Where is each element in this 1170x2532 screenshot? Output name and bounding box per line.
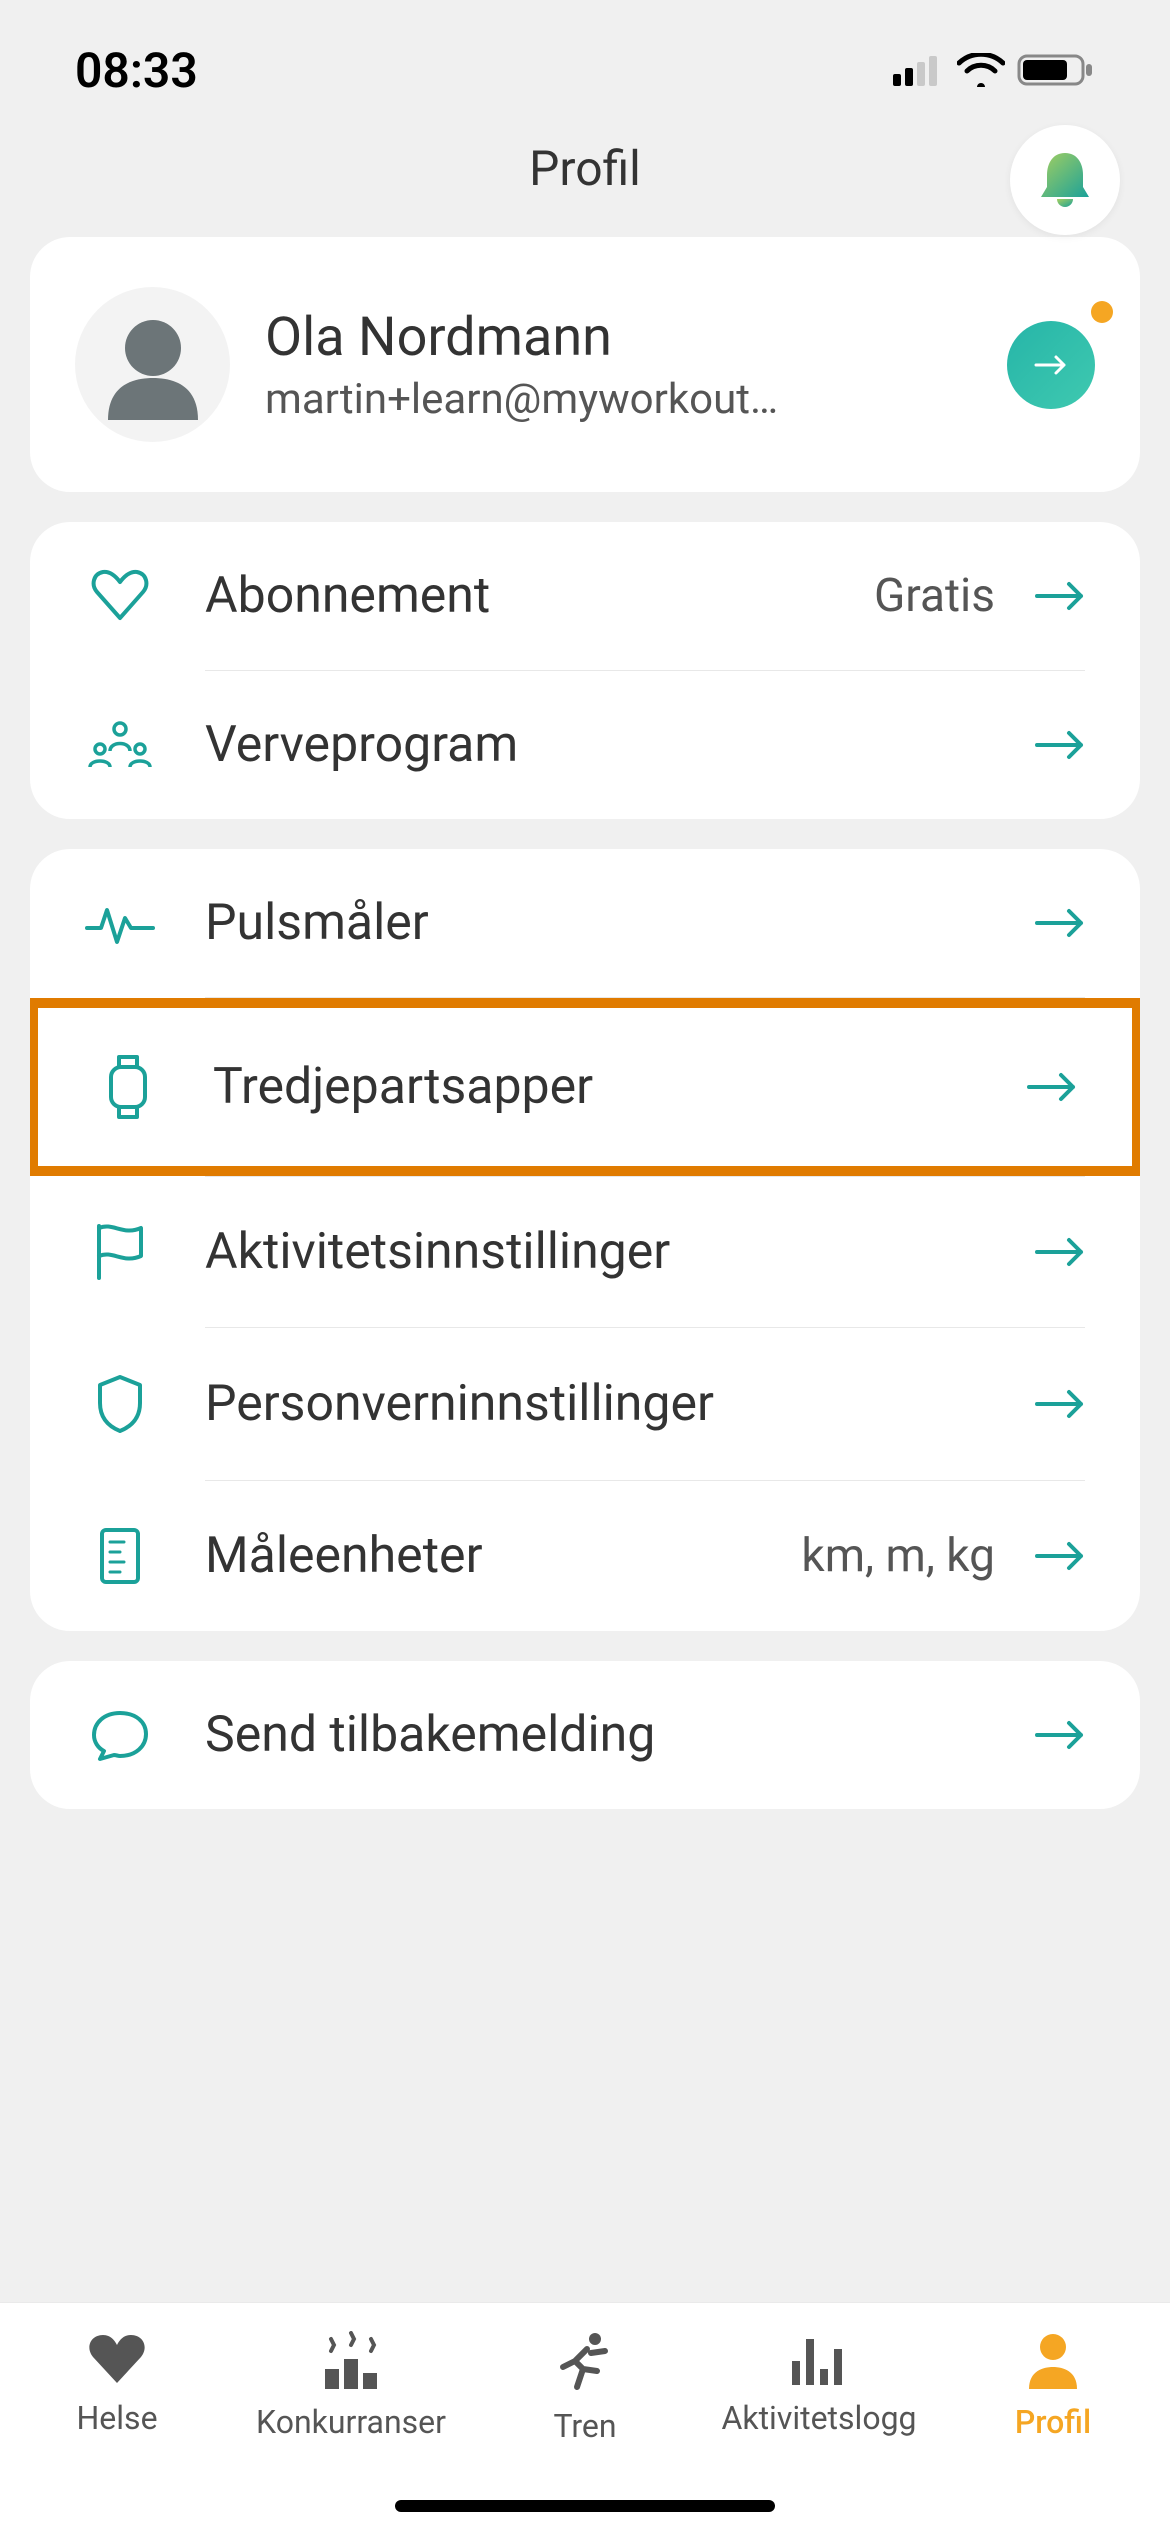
bell-icon	[1035, 147, 1095, 213]
header: Profil	[0, 120, 1170, 237]
notification-dot	[1091, 301, 1113, 323]
tab-health[interactable]: Helse	[0, 2331, 234, 2437]
profile-name: Ola Nordmann	[265, 306, 987, 369]
chevron-right-icon	[1035, 730, 1085, 760]
people-icon	[85, 719, 155, 771]
profile-info: Ola Nordmann martin+learn@myworkout…	[265, 306, 987, 424]
avatar	[75, 287, 230, 442]
ruler-icon	[85, 1526, 155, 1586]
shield-icon	[85, 1373, 155, 1435]
heart-outline-icon	[85, 568, 155, 624]
row-heart-rate-monitor[interactable]: Pulsmåler	[30, 849, 1140, 997]
person-icon	[1025, 2331, 1081, 2391]
highlight-third-party: Tredjepartsapper	[30, 998, 1140, 1176]
tab-label: Aktivitetslogg	[721, 2399, 916, 2437]
row-value: Gratis	[874, 569, 995, 623]
home-indicator[interactable]	[395, 2500, 775, 2512]
row-subscription[interactable]: Abonnement Gratis	[30, 522, 1140, 670]
chevron-right-icon	[1035, 581, 1085, 611]
row-label: Verveprogram	[205, 716, 1035, 774]
tab-bar: Helse Konkurranser Tren	[0, 2302, 1170, 2532]
row-label: Aktivitetsinnstillinger	[205, 1223, 1035, 1281]
settings-group-feedback: Send tilbakemelding	[30, 1661, 1140, 1809]
row-label: Personverninnstillinger	[205, 1375, 1035, 1433]
chevron-right-icon	[1035, 1389, 1085, 1419]
heart-icon	[85, 2331, 149, 2387]
profile-card[interactable]: Ola Nordmann martin+learn@myworkout…	[30, 237, 1140, 492]
chevron-right-icon	[1027, 1072, 1077, 1102]
chat-bubble-icon	[85, 1707, 155, 1763]
heartbeat-icon	[85, 898, 155, 948]
bar-chart-icon	[788, 2331, 850, 2387]
battery-icon	[1017, 52, 1095, 88]
status-bar: 08:33	[0, 0, 1170, 120]
row-label: Send tilbakemelding	[205, 1706, 1035, 1764]
row-privacy-settings[interactable]: Personverninnstillinger	[30, 1328, 1140, 1480]
tab-activity-log[interactable]: Aktivitetslogg	[702, 2331, 936, 2437]
row-label: Pulsmåler	[205, 894, 1035, 952]
tab-train[interactable]: Tren	[468, 2331, 702, 2445]
row-activity-settings[interactable]: Aktivitetsinnstillinger	[30, 1177, 1140, 1327]
chevron-right-icon	[1035, 1541, 1085, 1571]
page-title: Profil	[529, 140, 641, 197]
chevron-right-icon	[1035, 1237, 1085, 1267]
running-icon	[557, 2331, 613, 2395]
status-time: 08:33	[75, 42, 198, 99]
settings-group-account: Abonnement Gratis Verveprogram	[30, 522, 1140, 819]
row-label: Abonnement	[205, 567, 874, 625]
wifi-icon	[957, 53, 1005, 87]
podium-icon	[319, 2331, 383, 2391]
tab-competitions[interactable]: Konkurranser	[234, 2331, 468, 2441]
flag-icon	[85, 1222, 155, 1282]
tab-label: Profil	[1015, 2403, 1091, 2441]
profile-arrow-button[interactable]	[1007, 321, 1095, 409]
row-units[interactable]: Måleenheter km, m, kg	[30, 1481, 1140, 1631]
arrow-right-icon	[1034, 353, 1068, 377]
profile-email: martin+learn@myworkout…	[265, 375, 885, 424]
tab-label: Tren	[553, 2407, 616, 2445]
row-value: km, m, kg	[801, 1529, 995, 1583]
settings-group-devices: Pulsmåler Tredjepartsapper Aktivi	[30, 849, 1140, 1631]
row-label: Tredjepartsapper	[213, 1058, 1027, 1116]
row-label: Måleenheter	[205, 1527, 801, 1585]
tab-label: Helse	[76, 2399, 157, 2437]
row-third-party-apps[interactable]: Tredjepartsapper	[38, 1008, 1132, 1166]
tab-profile[interactable]: Profil	[936, 2331, 1170, 2441]
row-referral[interactable]: Verveprogram	[30, 671, 1140, 819]
chevron-right-icon	[1035, 1720, 1085, 1750]
status-icons	[893, 52, 1095, 88]
tab-label: Konkurranser	[256, 2403, 446, 2441]
row-send-feedback[interactable]: Send tilbakemelding	[30, 1661, 1140, 1809]
notifications-button[interactable]	[1010, 125, 1120, 235]
watch-icon	[93, 1053, 163, 1121]
cellular-icon	[893, 54, 945, 86]
chevron-right-icon	[1035, 908, 1085, 938]
